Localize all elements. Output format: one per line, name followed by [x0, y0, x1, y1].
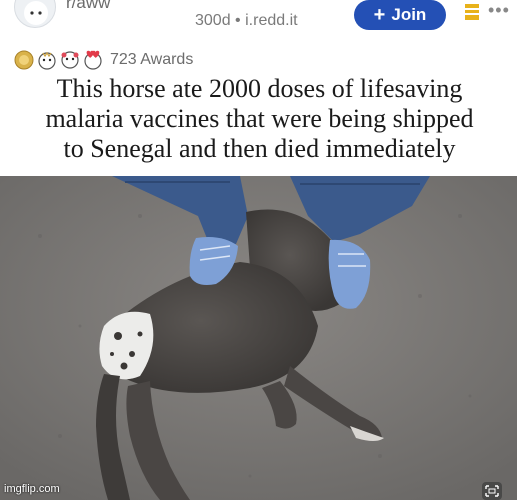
more-options-icon[interactable]: ••• [488, 0, 510, 21]
heart-eyes-award-icon [83, 50, 103, 70]
coin-award-icon [14, 50, 34, 70]
meta-separator: • [235, 12, 241, 29]
subreddit-name[interactable]: r/aww [66, 0, 110, 13]
awards-count: 723 Awards [110, 51, 194, 68]
subreddit-avatar[interactable] [14, 0, 56, 28]
wholesome-award-icon [37, 50, 57, 70]
join-label: Join [391, 5, 427, 24]
post-title-line-2: malaria vaccines that were being shipped [45, 104, 474, 133]
scan-icon[interactable] [482, 482, 502, 500]
post-age: 300d [195, 12, 231, 29]
post-domain[interactable]: i.redd.it [245, 12, 297, 29]
post-title[interactable]: This horse ate 2000 doses of lifesaving … [12, 74, 507, 164]
post-title-line-3: to Senegal and then died immediately [63, 134, 456, 163]
post-header: r/aww 300d • i.redd.it + Join ••• [0, 0, 517, 46]
hug-award-icon [60, 50, 80, 70]
save-icon[interactable] [465, 4, 479, 20]
awards-row[interactable]: 723 Awards [14, 48, 193, 72]
plus-icon: + [373, 4, 386, 26]
post-meta: 300d • i.redd.it [195, 12, 298, 30]
post-title-line-1: This horse ate 2000 doses of lifesaving [56, 74, 463, 103]
watermark: imgflip.com [4, 483, 60, 495]
post-image[interactable] [0, 176, 517, 500]
join-button[interactable]: + Join [354, 0, 446, 30]
